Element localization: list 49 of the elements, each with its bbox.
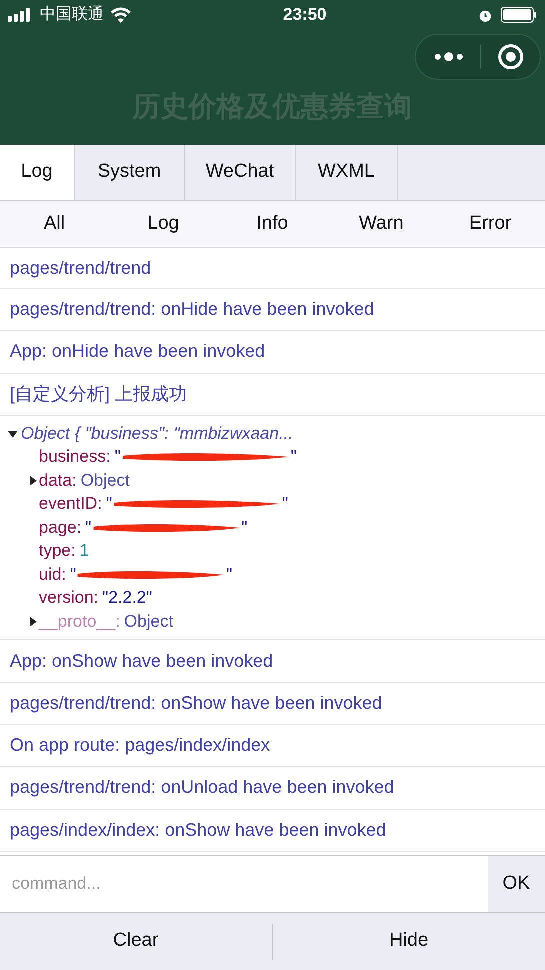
property-key: type: xyxy=(39,539,80,563)
battery-icon xyxy=(500,7,537,23)
ok-button[interactable]: OK xyxy=(488,856,545,912)
property-key: business: xyxy=(39,445,115,469)
filter-tab[interactable]: Error xyxy=(436,201,545,247)
filter-tab[interactable]: Info xyxy=(218,201,327,247)
expand-arrow-icon[interactable] xyxy=(28,616,38,627)
more-icon[interactable] xyxy=(434,52,464,62)
log-entry: App: onHide have been invoked xyxy=(0,331,545,374)
footer-button[interactable]: Hide xyxy=(273,913,545,970)
footer-button[interactable]: Clear xyxy=(0,913,272,970)
log-entry: On app route: pages/index/index xyxy=(0,724,545,768)
log-entry: pages/trend/trend xyxy=(0,248,545,289)
log-entry: [自定义分析] 上报成功 xyxy=(0,374,545,416)
collapse-arrow-icon[interactable] xyxy=(8,428,18,439)
property-value: 1 xyxy=(80,540,90,562)
property-key: data: xyxy=(39,468,81,492)
property-value: " xyxy=(70,564,76,586)
log-entry: App: onShow have been invoked xyxy=(0,640,545,683)
property-key: version: xyxy=(39,586,103,610)
quote-mark: " xyxy=(290,446,297,468)
log-entry: pages/index/index: onShow have been invoked xyxy=(0,810,545,852)
filter-tab[interactable]: Log xyxy=(109,201,218,247)
carrier-name: 中国联通 xyxy=(40,4,104,25)
tab[interactable]: Log xyxy=(0,145,75,200)
command-field[interactable]: command... xyxy=(0,856,488,912)
property-key: page: xyxy=(39,516,86,540)
clock-time: 23:50 xyxy=(283,4,327,26)
expand-arrow-icon[interactable] xyxy=(28,476,38,486)
property-value: " xyxy=(114,446,121,468)
log-entry: pages/trend/trend: onUnload have been invoked xyxy=(0,767,545,810)
filter-tab[interactable]: All xyxy=(0,201,109,247)
log-entry: pages/trend/trend: onShow have been invoked xyxy=(0,682,545,725)
property-key: __proto__: xyxy=(39,610,124,634)
property-value: Object xyxy=(124,610,174,633)
quote-mark: " xyxy=(226,564,233,586)
property-value: " xyxy=(106,493,112,516)
property-value: Object xyxy=(80,470,130,492)
close-target-icon[interactable] xyxy=(498,44,524,70)
property-value: "2.2.2" xyxy=(102,587,152,610)
property-value: " xyxy=(86,516,92,539)
log-entry: pages/trend/trend: onHide have been invoked xyxy=(0,289,545,332)
object-summary[interactable]: Object { "business": "mmbizwxaan... xyxy=(21,422,294,446)
property-key: eventID: xyxy=(39,492,106,516)
filter-tab[interactable]: Warn xyxy=(327,201,436,247)
quote-mark: " xyxy=(242,516,248,539)
wifi-icon xyxy=(110,7,132,23)
property-key: uid: xyxy=(39,562,70,586)
quote-mark: " xyxy=(282,493,288,516)
